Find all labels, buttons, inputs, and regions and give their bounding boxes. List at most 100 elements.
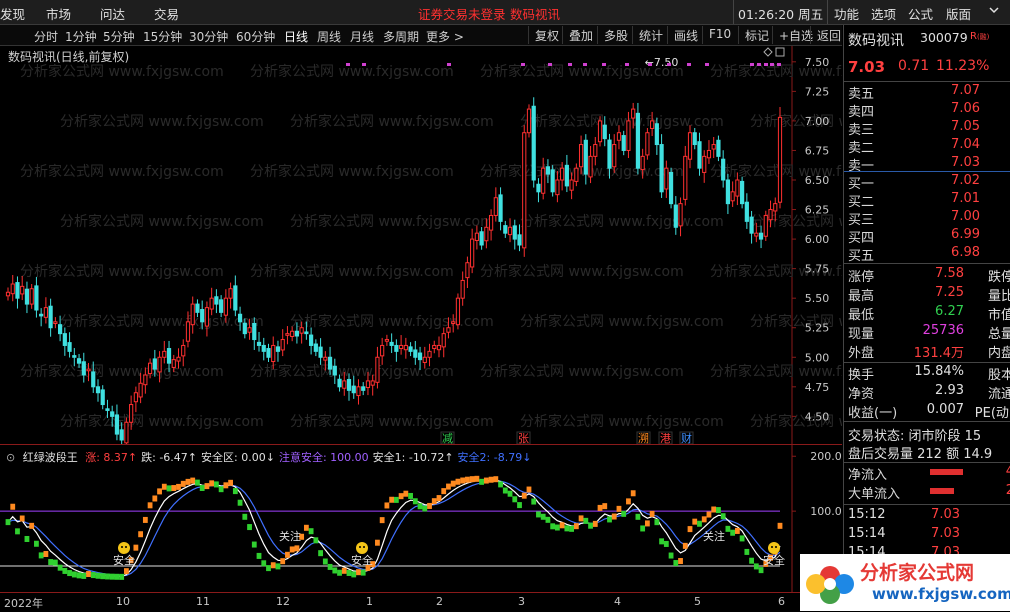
tab-intraday[interactable]: 分时: [34, 28, 58, 45]
signal-label: 安全: [763, 553, 785, 567]
wave-block: [62, 567, 68, 574]
after-hours: 盘后交易量 212 额 14.9: [848, 443, 1008, 462]
wave-block: [232, 488, 238, 495]
netflow-label: 大单流入: [848, 487, 901, 502]
y-tick-label: 100.0: [810, 505, 842, 518]
stat-label: 最高: [848, 289, 875, 304]
overlay-button[interactable]: 叠加: [562, 26, 597, 44]
wave-block: [536, 511, 541, 518]
login-notice[interactable]: 证券交易未登录: [418, 4, 506, 23]
wave-block: [114, 573, 120, 580]
menu-options[interactable]: 选项: [871, 4, 896, 23]
menu-trade[interactable]: 交易: [154, 4, 179, 23]
event-marker[interactable]: 减: [442, 432, 453, 444]
indicator-chart[interactable]: 100.0 200.0 安全 关注安全 关注安全: [0, 444, 842, 592]
tab-30min[interactable]: 30分钟: [189, 28, 228, 45]
menu-wenda[interactable]: 问达: [100, 4, 125, 23]
indicator-value: 跌: -6.47↑: [141, 451, 198, 464]
kline-chart[interactable]: 分析家公式网 www.fxjgsw.com 分析家公式网 www.fxjgsw.c…: [0, 46, 842, 444]
ask-row: 卖二 7.04: [848, 137, 1008, 156]
menu-layout[interactable]: 版面: [946, 4, 971, 23]
wave-block: [682, 542, 688, 549]
period-tab-bar: 分时 1分钟 5分钟 15分钟 30分钟 60分钟 日线 周线 月线 多周期 更…: [0, 25, 842, 46]
watermark-text: 分析家公式网 www.fxjgsw.com: [290, 113, 494, 130]
wave-block: [119, 573, 125, 580]
high-annotation: ←7.50: [645, 56, 679, 69]
menu-formula[interactable]: 公式: [908, 4, 933, 23]
event-marker[interactable]: 溯: [638, 432, 649, 444]
restore-right-button[interactable]: 复权: [528, 26, 563, 44]
event-marker[interactable]: 港: [660, 432, 671, 444]
back-button[interactable]: 返回: [810, 26, 845, 44]
bid-row: 买四 6.99: [848, 227, 1008, 246]
watermark-text: 分析家公式网 www.fxjgsw.com: [480, 263, 684, 280]
diamond-icon[interactable]: [763, 47, 773, 57]
box-icon[interactable]: [775, 47, 785, 57]
wave-block: [749, 557, 754, 564]
tick-price: 7.03: [931, 526, 960, 541]
tab-multi-period[interactable]: 多周期: [383, 28, 419, 45]
ask-price: 7.03: [951, 155, 980, 170]
candle: [612, 134, 617, 173]
wave-block: [474, 475, 480, 482]
tab-60min[interactable]: 60分钟: [236, 28, 275, 45]
tab-15min[interactable]: 15分钟: [143, 28, 182, 45]
wave-block: [427, 502, 432, 509]
menu-discover[interactable]: 发现: [0, 4, 25, 23]
tab-more[interactable]: 更多 >: [426, 28, 464, 45]
candle: [275, 340, 281, 362]
wave-block: [431, 498, 437, 505]
wave-block: [507, 490, 513, 497]
candle: [100, 385, 105, 410]
wave-block: [417, 503, 423, 510]
menu-market[interactable]: 市场: [46, 4, 71, 23]
logo-url: www.fxjgsw.com: [872, 585, 1010, 603]
wave-block: [616, 505, 622, 512]
indicator-value: 涨: 8.37↑: [85, 451, 138, 464]
wave-block: [398, 493, 404, 500]
wave-block: [720, 513, 726, 520]
watermark-text: 分析家公式网 www.fxjgsw.com: [250, 263, 454, 280]
watermark-text: 分析家公式网 www.fxjgsw.com: [60, 413, 264, 430]
tab-daily[interactable]: 日线: [284, 28, 308, 45]
signal-dot: [625, 63, 629, 66]
draw-line-button[interactable]: 画线: [667, 26, 702, 44]
bid-label: 买二: [848, 195, 875, 210]
statistics-button[interactable]: 统计: [632, 26, 667, 44]
wave-block: [157, 488, 162, 495]
candle: [280, 329, 285, 357]
event-marker[interactable]: 张: [518, 432, 529, 444]
wave-block: [133, 544, 139, 551]
wave-block: [142, 516, 148, 523]
indicator-menu-icon[interactable]: ⊙: [6, 451, 15, 464]
stat-value: 7.25: [935, 285, 964, 300]
mark-button[interactable]: 标记: [738, 26, 773, 44]
indicator-name[interactable]: 红绿波段王: [23, 451, 78, 464]
tab-1min[interactable]: 1分钟: [65, 28, 97, 45]
candle: [436, 336, 442, 358]
indicator-header: ⊙ 红绿波段王 涨: 8.37↑ 跌: -6.47↑ 安全区: 0.00↓ 注意安全:…: [6, 449, 539, 465]
y-tick-label: 5.25: [805, 322, 830, 335]
candle: [380, 337, 385, 365]
ask-price: 7.06: [951, 101, 980, 116]
f10-button[interactable]: F10: [702, 26, 735, 44]
signal-dot: [687, 63, 691, 66]
wave-block: [393, 496, 399, 503]
candle: [5, 287, 11, 301]
chevron-down-icon[interactable]: [988, 4, 1000, 19]
stock-header: 数码视讯 300079 R(融): [848, 30, 1008, 49]
indicator-value: 安全2: -8.79↓: [457, 451, 532, 464]
multi-stock-button[interactable]: 多股: [597, 26, 632, 44]
tab-monthly[interactable]: 月线: [350, 28, 374, 45]
tab-weekly[interactable]: 周线: [317, 28, 341, 45]
tab-5min[interactable]: 5分钟: [103, 28, 135, 45]
wave-block: [199, 484, 205, 491]
price-change: 0.71: [898, 58, 930, 74]
menu-function[interactable]: 功能: [834, 4, 859, 23]
tick-row: 15:12 7.03: [848, 507, 1008, 525]
tick-row: 15:14 7.03: [848, 526, 1008, 544]
watermark-text: 分析家公式网 www.fxjgsw.com: [20, 263, 224, 280]
event-marker[interactable]: 财: [681, 431, 692, 444]
stat-row: 净资 2.93 流通: [848, 383, 1010, 402]
signal-dot: [764, 63, 768, 66]
